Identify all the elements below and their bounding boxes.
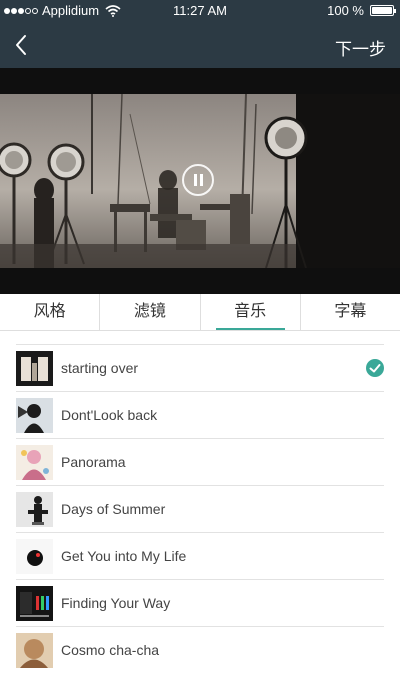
track-title: Finding Your Way [61,595,171,611]
list-item[interactable]: Days of Summer [16,485,384,532]
chevron-left-icon [16,35,26,55]
list-item[interactable]: starting over [16,344,384,391]
battery-percent: 100 % [327,3,364,18]
list-item[interactable]: Get You into My Life [16,532,384,579]
status-right: 100 % [327,3,396,18]
track-title: Days of Summer [61,501,166,517]
tab-subtitles[interactable]: 字幕 [299,294,400,330]
check-icon [366,359,384,377]
back-button[interactable] [10,32,34,58]
album-cover [16,398,53,433]
album-cover [16,492,53,527]
track-title: Get You into My Life [61,548,187,564]
track-title: Panorama [61,454,126,470]
list-item[interactable]: Dont'Look back [16,391,384,438]
tab-style[interactable]: 风格 [0,294,99,330]
tab-music[interactable]: 音乐 [199,294,300,330]
list-item[interactable]: Panorama [16,438,384,485]
pause-button[interactable] [182,164,214,196]
track-title: Dont'Look back [61,407,158,423]
album-cover [16,445,53,480]
album-cover [16,586,53,621]
album-cover [16,351,53,386]
album-cover [16,633,53,668]
next-step-button[interactable]: 下一步 [335,35,386,60]
album-cover [16,539,53,574]
editor-tabs: 风格 滤镜 音乐 字幕 [0,294,400,331]
list-item[interactable]: Finding Your Way [16,579,384,626]
video-preview[interactable] [0,68,400,294]
status-bar: Applidium 11:27 AM 100 % [0,0,400,22]
music-list: starting over Dont'Look back Panorama Da… [0,344,400,673]
tab-filter[interactable]: 滤镜 [99,294,199,330]
navigation-bar: 下一步 [0,22,400,68]
track-title: starting over [61,360,139,376]
track-title: Cosmo cha-cha [61,642,160,658]
battery-icon [370,5,396,16]
